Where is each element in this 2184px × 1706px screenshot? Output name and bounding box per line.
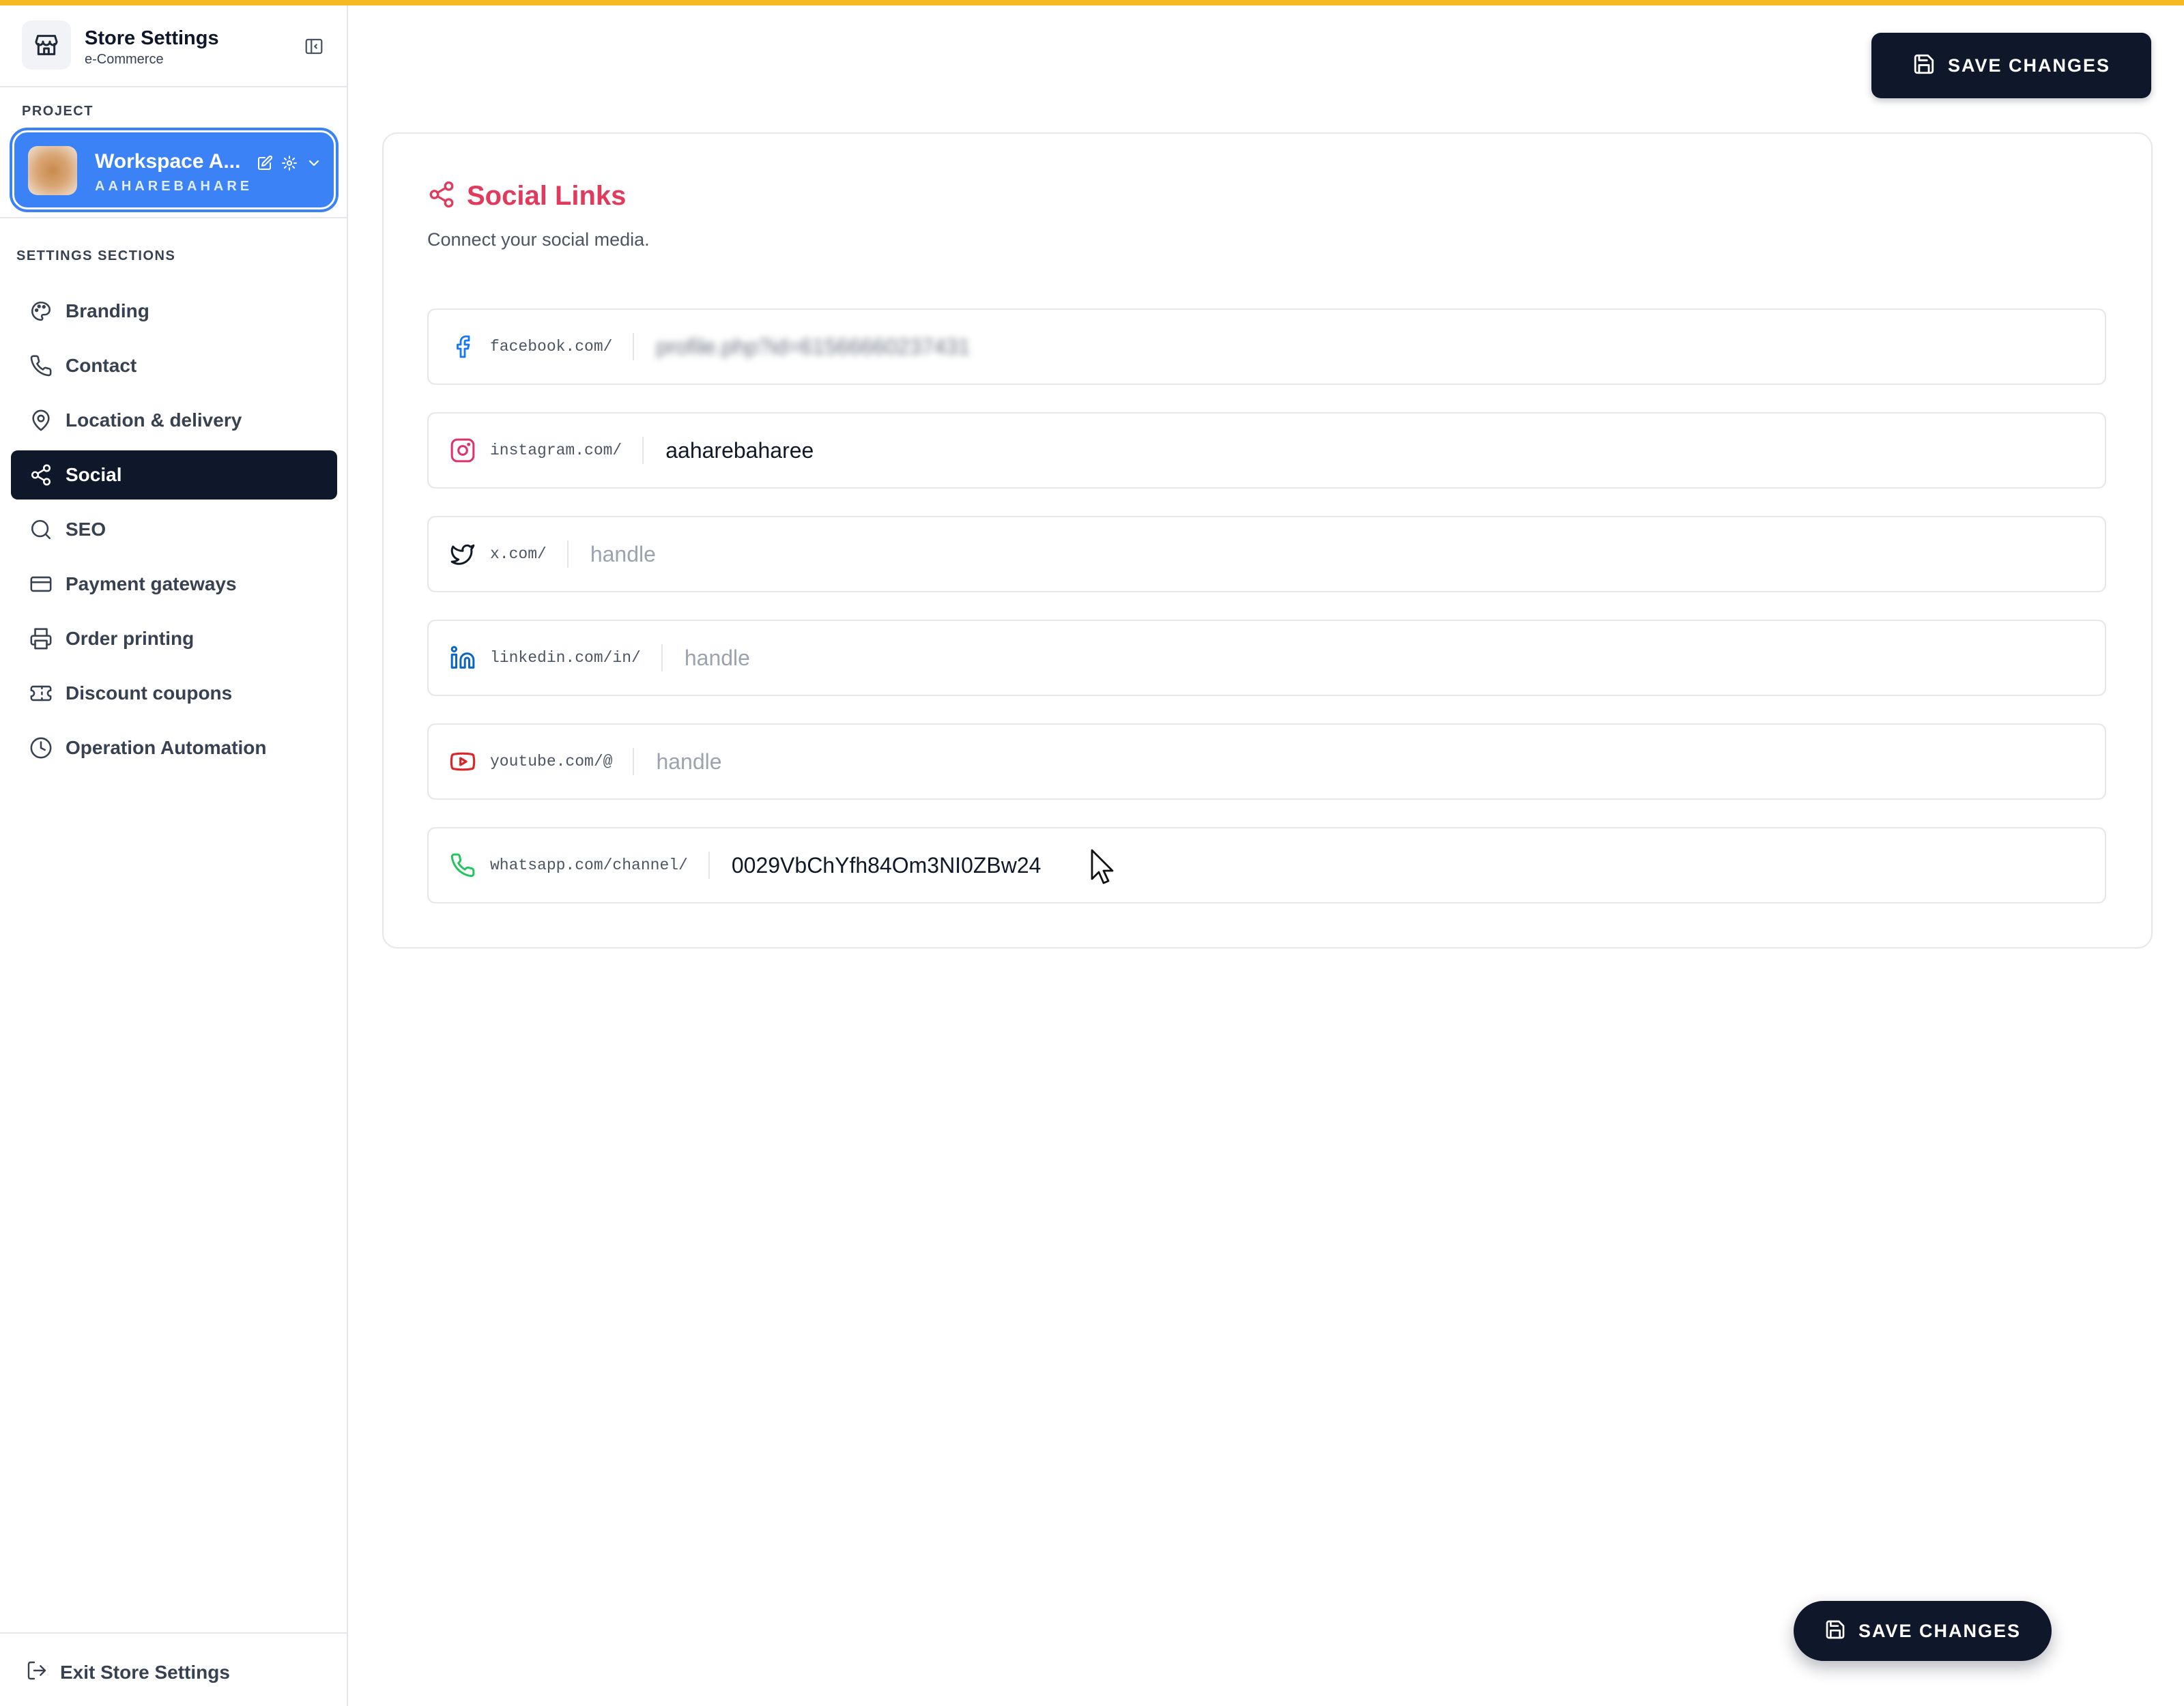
card-header: Social Links — [427, 180, 626, 212]
facebook-field: facebook.com/ — [427, 308, 2106, 385]
save-changes-button[interactable]: SAVE CHANGES — [1871, 33, 2151, 98]
whatsapp-field: whatsapp.com/channel/ — [427, 827, 2106, 903]
workspace-avatar — [28, 146, 77, 195]
x-field: x.com/ — [427, 516, 2106, 592]
sidebar-item-branding[interactable]: Branding — [11, 287, 337, 336]
palette-icon — [27, 298, 55, 325]
exit-label: Exit Store Settings — [60, 1661, 230, 1683]
chevron-down-icon[interactable] — [304, 153, 324, 173]
youtube-input[interactable] — [656, 741, 2105, 782]
instagram-field: instagram.com/ — [427, 412, 2106, 489]
x-input[interactable] — [590, 534, 2105, 575]
gear-icon[interactable] — [279, 153, 300, 173]
workspace-handle: AAHAREBAHARE — [95, 179, 253, 194]
workspace-switcher[interactable]: Workspace A... AAHAREBAHARE — [12, 130, 336, 209]
sidebar-item-seo[interactable]: SEO — [11, 505, 337, 554]
youtube-field: youtube.com/@ — [427, 723, 2106, 800]
card-title: Social Links — [467, 181, 627, 211]
ticket-icon — [27, 680, 55, 707]
project-section-label: PROJECT — [22, 104, 94, 119]
sidebar-item-label: Location & delivery — [66, 409, 242, 431]
sidebar-item-label: Order printing — [66, 628, 195, 649]
facebook-prefix: facebook.com/ — [490, 333, 635, 360]
sidebar-item-label: Operation Automation — [66, 737, 267, 758]
linkedin-icon — [444, 639, 482, 677]
save-changes-label: SAVE CHANGES — [1947, 55, 2111, 76]
floating-save-label: SAVE CHANGES — [1858, 1620, 2022, 1641]
sidebar-item-label: Contact — [66, 355, 137, 376]
sidebar-item-order-printing[interactable]: Order printing — [11, 614, 337, 663]
brand-header: Store Settings e-Commerce — [22, 20, 326, 72]
linkedin-prefix: linkedin.com/in/ — [490, 644, 663, 671]
whatsapp-prefix: whatsapp.com/channel/ — [490, 852, 710, 879]
sidebar-item-payment-gateways[interactable]: Payment gateways — [11, 560, 337, 609]
top-accent-bar — [0, 0, 2184, 5]
instagram-input[interactable] — [665, 430, 2105, 471]
linkedin-input[interactable] — [684, 637, 2105, 678]
sidebar-item-label: Branding — [66, 300, 149, 321]
clock-icon — [27, 734, 55, 762]
log-out-icon — [26, 1660, 48, 1685]
divider — [0, 1632, 348, 1634]
social-links-card: Social Links Connect your social media. … — [382, 132, 2153, 949]
twitter-bird-icon — [444, 535, 482, 573]
share-icon — [427, 180, 456, 212]
floating-save-changes-button[interactable]: SAVE CHANGES — [1794, 1601, 2052, 1661]
instagram-prefix: instagram.com/ — [490, 437, 644, 464]
share-icon — [27, 461, 55, 489]
sidebar-item-contact[interactable]: Contact — [11, 341, 337, 390]
printer-icon — [27, 625, 55, 652]
sidebar-item-label: Discount coupons — [66, 682, 233, 704]
phone-icon — [27, 352, 55, 379]
save-icon — [1824, 1619, 1846, 1644]
workspace-actions — [255, 153, 324, 173]
sidebar-item-label: Social — [66, 464, 122, 485]
sidebar-item-discount-coupons[interactable]: Discount coupons — [11, 669, 337, 718]
instagram-icon — [444, 431, 482, 469]
sidebar: Store Settings e-Commerce PROJECT Worksp… — [0, 5, 348, 1706]
whatsapp-input[interactable] — [731, 845, 2105, 886]
app-subtitle: e-Commerce — [85, 52, 164, 67]
facebook-icon — [444, 328, 482, 366]
youtube-prefix: youtube.com/@ — [490, 748, 635, 775]
sidebar-item-label: Payment gateways — [66, 573, 237, 594]
linkedin-field: linkedin.com/in/ — [427, 620, 2106, 696]
exit-store-settings-button[interactable]: Exit Store Settings — [26, 1660, 230, 1685]
mouse-cursor-icon — [1091, 849, 1118, 891]
sidebar-item-label: SEO — [66, 519, 106, 540]
facebook-input[interactable] — [656, 326, 2105, 367]
divider — [0, 86, 348, 87]
edit-icon[interactable] — [255, 153, 275, 173]
store-icon — [22, 20, 71, 70]
map-pin-icon — [27, 407, 55, 434]
workspace-name: Workspace A... — [95, 150, 241, 173]
divider — [0, 217, 348, 218]
sidebar-item-location-delivery[interactable]: Location & delivery — [11, 396, 337, 445]
collapse-sidebar-icon[interactable] — [302, 34, 326, 59]
whatsapp-phone-icon — [444, 846, 482, 884]
save-icon — [1912, 53, 1936, 79]
sidebar-item-social[interactable]: Social — [11, 450, 337, 500]
card-subtitle: Connect your social media. — [427, 229, 650, 250]
settings-nav: Branding Contact Location & delivery Soc… — [11, 287, 337, 778]
search-icon — [27, 516, 55, 543]
app-title: Store Settings — [85, 27, 219, 49]
settings-sections-label: SETTINGS SECTIONS — [16, 248, 176, 263]
sidebar-item-operation-automation[interactable]: Operation Automation — [11, 723, 337, 772]
credit-card-icon — [27, 570, 55, 598]
x-prefix: x.com/ — [490, 540, 569, 568]
youtube-icon — [444, 742, 482, 781]
